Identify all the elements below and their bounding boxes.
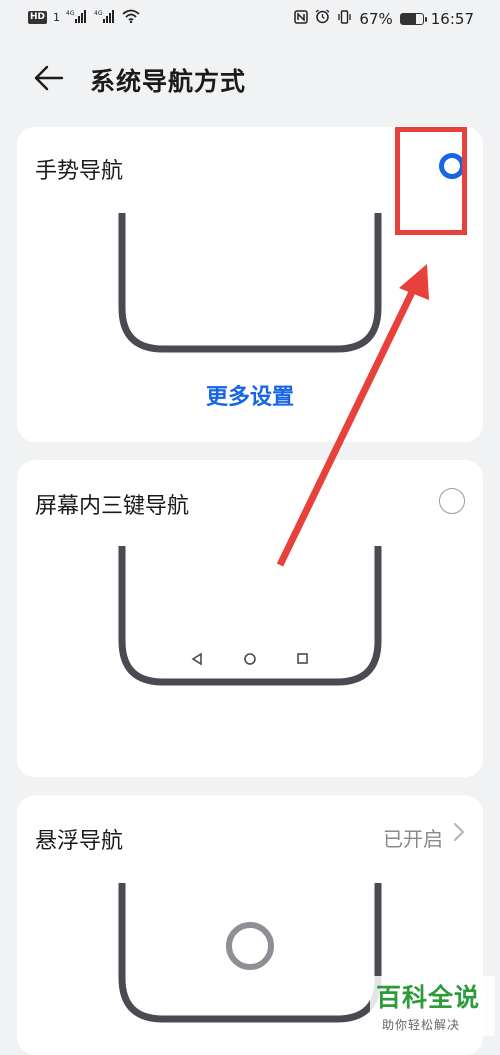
watermark: 百科全说 助你轻松解决	[370, 976, 495, 1036]
annotation-arrow	[276, 264, 429, 567]
watermark-main: 百科全说	[376, 983, 481, 1012]
watermark-sub: 助你轻松解决	[382, 1018, 461, 1032]
